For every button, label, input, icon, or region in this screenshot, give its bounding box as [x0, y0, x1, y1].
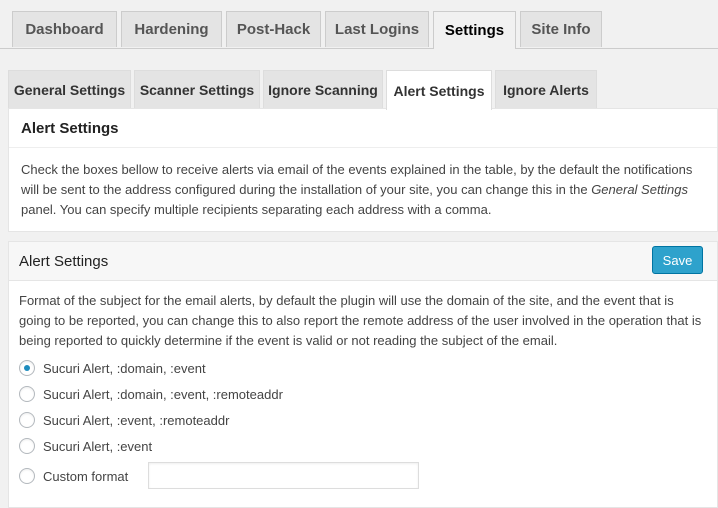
subject-option-event-remoteaddr[interactable]: Sucuri Alert, :event, :remoteaddr — [19, 410, 229, 430]
subtab-alert-settings[interactable]: Alert Settings — [386, 70, 492, 110]
tab-settings[interactable]: Settings — [433, 11, 516, 49]
tab-site-info[interactable]: Site Info — [520, 11, 602, 47]
general-settings-reference: General Settings — [591, 182, 689, 197]
option-label: Custom format — [43, 468, 129, 484]
subject-option-custom-format[interactable]: Custom format — [19, 466, 128, 486]
subtab-ignore-alerts[interactable]: Ignore Alerts — [495, 70, 597, 108]
intro-text-after: panel. You can specify multiple recipien… — [21, 202, 492, 217]
alert-settings-intro-panel: Alert Settings Check the boxes bellow to… — [8, 108, 718, 232]
subject-format-description: Format of the subject for the email aler… — [19, 293, 702, 348]
radio-button[interactable] — [19, 468, 35, 484]
tab-post-hack[interactable]: Post-Hack — [226, 11, 321, 47]
subject-panel-header: Alert Settings Save — [9, 242, 717, 281]
subtab-scanner-settings[interactable]: Scanner Settings — [134, 70, 260, 108]
subject-option-event[interactable]: Sucuri Alert, :event — [19, 436, 152, 456]
option-label: Sucuri Alert, :domain, :event — [43, 360, 206, 376]
radio-button[interactable] — [19, 386, 35, 402]
option-label: Sucuri Alert, :domain, :event, :remotead… — [43, 386, 283, 402]
subject-option-domain-event[interactable]: Sucuri Alert, :domain, :event — [19, 358, 206, 378]
save-button[interactable]: Save — [652, 246, 703, 274]
alert-subject-panel: Alert Settings Save Format of the subjec… — [8, 241, 718, 508]
subject-panel-title: Alert Settings — [19, 252, 109, 270]
subtab-ignore-scanning[interactable]: Ignore Scanning — [263, 70, 383, 108]
radio-button[interactable] — [19, 360, 35, 376]
option-label: Sucuri Alert, :event, :remoteaddr — [43, 412, 230, 428]
custom-format-input[interactable] — [148, 462, 419, 489]
subtab-general-settings[interactable]: General Settings — [8, 70, 131, 108]
option-label: Sucuri Alert, :event — [43, 438, 153, 454]
tab-hardening[interactable]: Hardening — [121, 11, 222, 47]
radio-button[interactable] — [19, 438, 35, 454]
intro-panel-title: Alert Settings — [9, 109, 717, 148]
tab-last-logins[interactable]: Last Logins — [325, 11, 429, 47]
radio-button[interactable] — [19, 412, 35, 428]
settings-sub-tabs: General Settings Scanner Settings Ignore… — [0, 70, 718, 110]
intro-panel-text: Check the boxes bellow to receive alerts… — [9, 148, 717, 220]
subject-option-domain-event-remoteaddr[interactable]: Sucuri Alert, :domain, :event, :remotead… — [19, 384, 283, 404]
radio-selected-dot — [24, 365, 30, 371]
tab-dashboard[interactable]: Dashboard — [12, 11, 117, 47]
main-nav-tabs: Dashboard Hardening Post-Hack Last Login… — [0, 0, 718, 49]
